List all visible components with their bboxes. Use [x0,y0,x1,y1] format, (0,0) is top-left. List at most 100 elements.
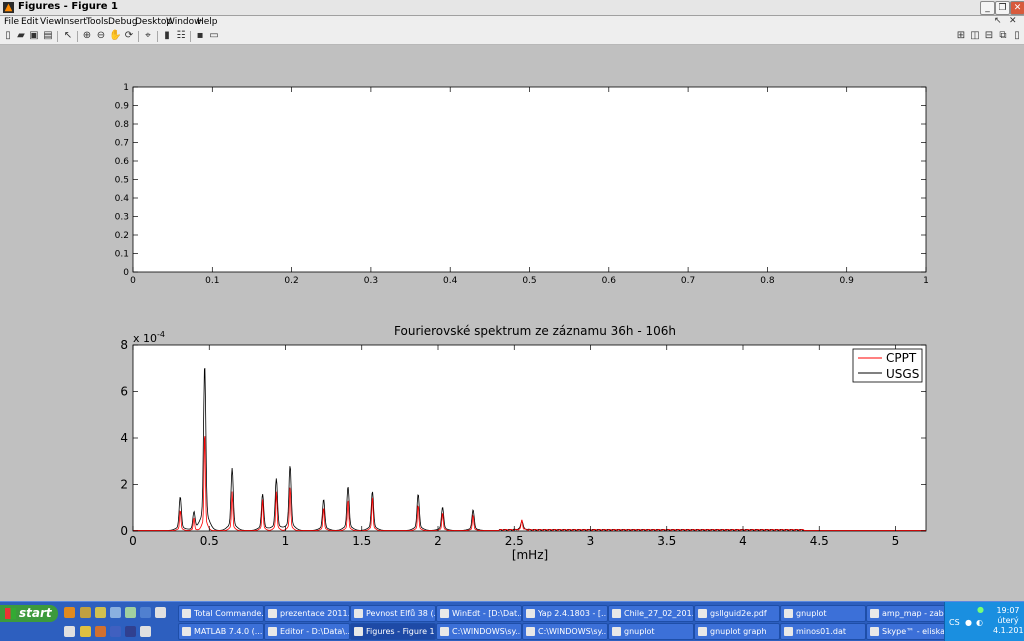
hide-plot-tools-icon[interactable]: ▪ [194,30,206,42]
quicklaunch-icon[interactable] [64,626,75,637]
quicklaunch-icon[interactable] [140,607,151,618]
x-axis-label: [mHz] [512,548,548,562]
start-button[interactable]: start [0,605,58,622]
tile-layout-icon[interactable]: ⊞ [955,30,967,42]
close-button[interactable]: ✕ [1010,1,1024,15]
save-icon[interactable]: ▣ [28,30,40,42]
language-indicator[interactable]: CS [949,618,960,627]
quicklaunch-icon[interactable] [125,607,136,618]
quicklaunch-icon[interactable] [140,626,151,637]
taskbar-button[interactable]: amp_map - zabra... [866,605,952,622]
window-icon [698,627,707,636]
menu-insert[interactable]: Insert [61,17,87,27]
window-icon [182,609,191,618]
legend-icon[interactable]: ☷ [175,30,187,42]
pointer-icon[interactable]: ↖ [62,30,74,42]
close-figure-icon[interactable]: ✕ [1009,16,1017,26]
menu-view[interactable]: View [40,17,61,27]
window-icon [268,627,277,636]
menu-help[interactable]: Help [197,17,218,27]
menu-edit[interactable]: Edit [21,17,38,27]
taskbar-button[interactable]: gnuplot [780,605,866,622]
figure-canvas: 0 0.1 0.2 0.3 0.4 0.5 0.6 0.7 0.8 0.9 1 0 0.1 0.2 0.3 0… [0,45,1024,601]
taskbar-button[interactable]: gnuplot graph [694,623,780,640]
y-tick-label: 0.9 [115,102,130,112]
taskbar-button[interactable]: prezentace 2011... [264,605,350,622]
show-plot-tools-icon[interactable]: ▭ [208,30,220,42]
taskbar-button[interactable]: Skype™ - eliska628 [866,623,952,640]
taskbar-button[interactable]: MATLAB 7.4.0 (... [178,623,264,640]
taskbar-button[interactable]: WinEdt - [D:\Dat... [436,605,522,622]
maximize-button[interactable]: ❐ [995,1,1010,15]
window-titlebar[interactable]: ▲ Figures - Figure 1 _ ❐ ✕ [0,0,1024,16]
y-tick-label: 0.3 [115,213,129,223]
quicklaunch-icon[interactable] [80,607,91,618]
figure-toolbar: ▯ ▰ ▣ ▤ ↖ ⊕ ⊖ ✋ ⟳ ⌖ ▮ ☷ ▪ ▭ ⊞ ◫ ⊟ ⧉ ▯ [0,29,1024,45]
new-file-icon[interactable]: ▯ [2,30,14,42]
quicklaunch-icon[interactable] [95,607,106,618]
x-tick-label: 1.5 [352,534,371,548]
menu-tools[interactable]: Tools [86,17,108,27]
pan-icon[interactable]: ✋ [109,30,121,42]
tray-icon[interactable]: ◐ [976,618,983,627]
quicklaunch-icon[interactable] [95,626,106,637]
menu-debug[interactable]: Debug [108,17,138,27]
quicklaunch-icon[interactable] [155,607,166,618]
taskbar-button[interactable]: minos01.dat [780,623,866,640]
taskbar-button[interactable]: gsllguid2e.pdf [694,605,780,622]
legend[interactable]: CPPT USGS [852,348,923,383]
maximize-layout-icon[interactable]: ▯ [1011,30,1023,42]
x-tick-label: 0.1 [205,276,219,286]
window-icon [440,609,449,618]
tray-icon[interactable]: ● [965,618,972,627]
zoom-in-icon[interactable]: ⊕ [81,30,93,42]
taskbar-button[interactable]: Editor - D:\Data\... [264,623,350,640]
quicklaunch-icon[interactable] [110,607,121,618]
x-tick-label: 0.6 [602,276,617,286]
taskbar-button[interactable]: gnuplot [608,623,694,640]
zoom-out-icon[interactable]: ⊖ [95,30,107,42]
y-tick-label: 0.2 [115,231,129,241]
firefox-icon[interactable] [64,607,75,618]
minimize-button[interactable]: _ [980,1,995,15]
rotate-icon[interactable]: ⟳ [123,30,135,42]
colorbar-icon[interactable]: ▮ [161,30,173,42]
taskbar-button[interactable]: Total Commande... [178,605,264,622]
taskbar-button[interactable]: Figures - Figure 1 [350,623,436,640]
x-tick-label: 1 [923,276,929,286]
taskbar-button[interactable]: C:\WINDOWS\sy... [522,623,608,640]
float-layout-icon[interactable]: ⧉ [997,30,1009,42]
left-right-layout-icon[interactable]: ◫ [969,30,981,42]
top-bottom-layout-icon[interactable]: ⊟ [983,30,995,42]
x-tick-label: 2.5 [505,534,524,548]
menu-file[interactable]: File [4,17,19,27]
y-tick-label: 0.6 [115,157,130,167]
skype-tray-icon[interactable]: ● [977,605,984,614]
y-tick-label: 0.4 [115,194,130,204]
open-icon[interactable]: ▰ [15,30,27,42]
quicklaunch-icon[interactable] [110,626,121,637]
window-icon [268,609,277,618]
system-tray: CS ● ◐ ● 19:07 úterý 4.1.2011 [944,602,1024,641]
matlab-app-icon: ▲ [3,2,14,13]
window-icon [354,627,363,636]
print-icon[interactable]: ▤ [42,30,54,42]
x-tick-label: 0.5 [522,276,536,286]
bottom-axes[interactable]: 0 0.5 1 1.5 2 2.5 3 3.5 4 4.5 5 0 2 4 6 8 Fourierovské … [120,324,927,562]
undock-arrow-icon[interactable]: ↖ [994,16,1002,26]
x-tick-label: 2 [434,534,442,548]
window-icon [182,627,191,636]
window-icon [526,627,535,636]
data-cursor-icon[interactable]: ⌖ [142,30,154,42]
quicklaunch-icon[interactable] [80,626,91,637]
taskbar-button[interactable]: Yap 2.4.1803 - [... [522,605,608,622]
x-tick-label: 5 [892,534,900,548]
window-icon [698,609,707,618]
quicklaunch-icon[interactable] [125,626,136,637]
y-tick-label: 0.7 [115,139,129,149]
taskbar-button[interactable]: C:\WINDOWS\sy... [436,623,522,640]
clock[interactable]: 19:07 úterý 4.1.2011 [993,606,1024,636]
top-axes[interactable]: 0 0.1 0.2 0.3 0.4 0.5 0.6 0.7 0.8 0.9 1 0 0.1 0.2 0.3 0… [115,83,929,286]
taskbar-button[interactable]: Pevnost Elfů 38 (... [350,605,436,622]
taskbar-button[interactable]: Chile_27_02_201... [608,605,694,622]
